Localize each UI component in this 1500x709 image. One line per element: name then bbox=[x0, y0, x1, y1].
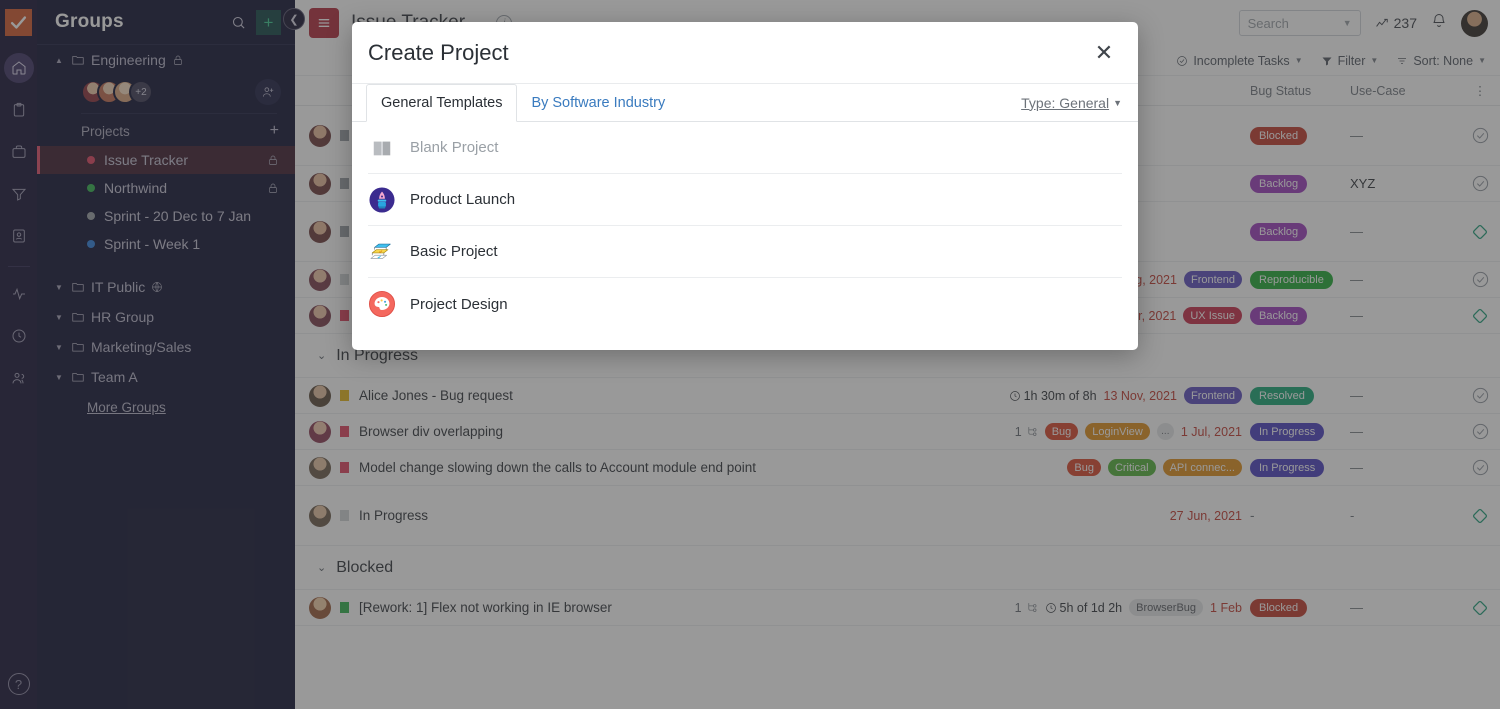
close-icon[interactable]: ✕ bbox=[1092, 41, 1116, 65]
template-product-launch[interactable]: Product Launch bbox=[368, 174, 1122, 226]
rocket-icon bbox=[368, 186, 396, 214]
palette-icon bbox=[368, 290, 396, 318]
template-label: Basic Project bbox=[410, 243, 498, 260]
template-list: Blank Project Product Launch bbox=[352, 122, 1138, 330]
tab-by-software-industry[interactable]: By Software Industry bbox=[517, 84, 679, 121]
book-icon bbox=[368, 134, 396, 162]
modal-title: Create Project bbox=[368, 40, 1092, 66]
template-label: Product Launch bbox=[410, 191, 515, 208]
books-icon bbox=[368, 238, 396, 266]
modal-tabs: General Templates By Software Industry T… bbox=[352, 84, 1138, 122]
tab-general-templates[interactable]: General Templates bbox=[366, 84, 517, 122]
template-project-design[interactable]: Project Design bbox=[368, 278, 1122, 330]
type-selector-label: Type: General bbox=[1021, 95, 1109, 111]
chevron-down-icon: ▼ bbox=[1113, 98, 1122, 108]
template-label: Project Design bbox=[410, 296, 508, 313]
template-basic-project[interactable]: Basic Project bbox=[368, 226, 1122, 278]
type-selector[interactable]: Type: General ▼ bbox=[1021, 84, 1138, 121]
template-blank-project[interactable]: Blank Project bbox=[368, 122, 1122, 174]
create-project-modal: Create Project ✕ General Templates By So… bbox=[352, 22, 1138, 350]
template-label: Blank Project bbox=[410, 139, 498, 156]
modal-header: Create Project ✕ bbox=[352, 22, 1138, 84]
